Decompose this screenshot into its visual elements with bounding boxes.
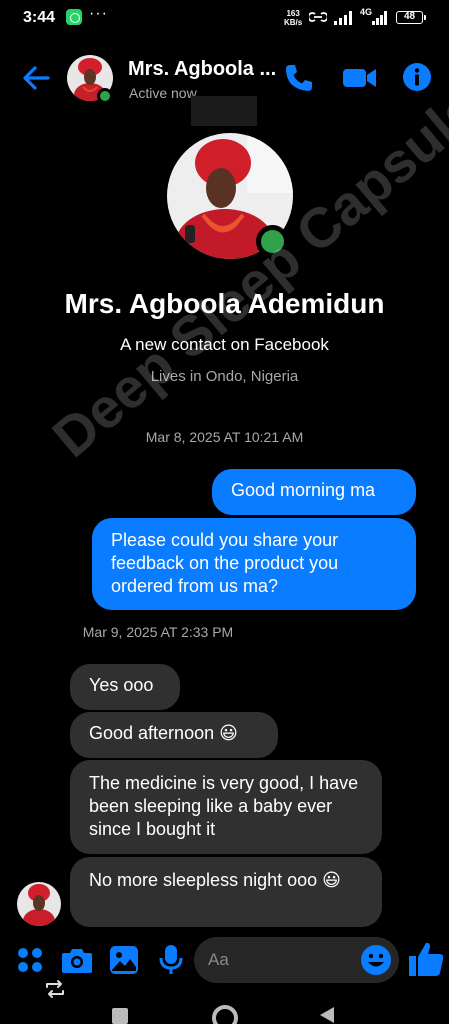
- message-text: Yes ooo: [89, 675, 154, 695]
- message-text: Good afternoon 😃: [89, 723, 238, 743]
- rotate-screen-icon[interactable]: [44, 979, 66, 999]
- profile-location: Lives in Ondo, Nigeria: [150, 368, 299, 385]
- camera-icon[interactable]: [61, 946, 93, 974]
- info-icon[interactable]: [402, 62, 432, 92]
- message-timestamp: Mar 8, 2025 AT 10:21 AM: [145, 429, 304, 445]
- online-status-indicator-large: [256, 225, 289, 258]
- message-text: Please could you share your feedback on …: [111, 530, 339, 596]
- outgoing-message[interactable]: Good morning ma: [212, 469, 416, 515]
- network-speed: 163 KB/s: [284, 9, 302, 27]
- profile-name: Mrs. Agboola Ademidun: [64, 288, 385, 319]
- profile-subtitle: A new contact on Facebook: [120, 335, 329, 354]
- whatsapp-notification-icon: [66, 9, 82, 25]
- online-status-indicator: [97, 88, 113, 104]
- contact-name[interactable]: Mrs. Agboola ...: [128, 58, 276, 81]
- sender-avatar[interactable]: [17, 882, 61, 926]
- more-notifications-icon: ···: [89, 5, 108, 22]
- apps-menu-icon[interactable]: [16, 946, 44, 974]
- recent-apps-button[interactable]: [112, 1008, 128, 1024]
- signal-strength-icon: [334, 11, 352, 25]
- message-text: Good morning ma: [231, 480, 376, 500]
- battery-level: 48: [403, 11, 416, 22]
- status-time: 3:44: [23, 9, 56, 26]
- message-text: No more sleepless night ooo 😃: [89, 870, 341, 890]
- network-speed-value: 163: [286, 9, 300, 18]
- hotspot-link-icon: [309, 12, 327, 22]
- redaction-block: [191, 96, 257, 126]
- signal-strength-2-icon: [372, 11, 387, 25]
- video-call-icon[interactable]: [342, 64, 378, 92]
- incoming-message[interactable]: The medicine is very good, I have been s…: [70, 760, 382, 854]
- emoji-icon[interactable]: [360, 944, 392, 976]
- back-arrow-icon[interactable]: [20, 62, 52, 94]
- message-input[interactable]: [208, 949, 348, 971]
- phone-call-icon[interactable]: [283, 62, 315, 94]
- nav-back-icon[interactable]: [318, 1006, 336, 1024]
- outgoing-message[interactable]: Please could you share your feedback on …: [92, 518, 416, 610]
- network-speed-unit: KB/s: [284, 18, 303, 27]
- network-type-label: 4G: [360, 7, 373, 17]
- home-button[interactable]: [212, 1005, 238, 1024]
- microphone-icon[interactable]: [159, 944, 183, 976]
- battery-icon: 48: [396, 11, 426, 24]
- incoming-message[interactable]: Good afternoon 😃: [70, 712, 278, 758]
- gallery-icon[interactable]: [109, 945, 139, 975]
- message-text: The medicine is very good, I have been s…: [89, 773, 359, 839]
- presence-status: Active now: [129, 85, 197, 101]
- incoming-message[interactable]: Yes ooo: [70, 664, 180, 710]
- incoming-message[interactable]: No more sleepless night ooo 😃: [70, 857, 382, 927]
- message-timestamp: Mar 9, 2025 AT 2:33 PM: [82, 624, 234, 640]
- status-bar: 3:44 ··· 163 KB/s 4G 48: [0, 0, 449, 34]
- like-icon[interactable]: [407, 940, 445, 978]
